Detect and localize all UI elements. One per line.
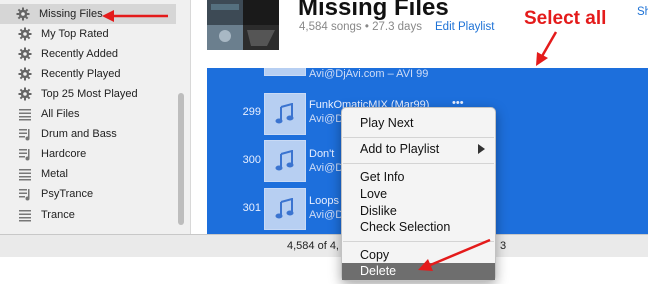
page-title: Missing Files (298, 0, 449, 21)
song-number: 300 (242, 154, 261, 166)
song-number: 301 (242, 202, 261, 214)
menu-item-play-next[interactable]: Play Next (342, 115, 495, 132)
sidebar-item-label: Drum and Bass (41, 128, 117, 140)
menu-item-label: Get Info (360, 170, 405, 184)
menu-item-add-to-playlist[interactable]: Add to Playlist (342, 141, 495, 158)
playlist-icon (19, 109, 31, 121)
menu-item-label: Delete (360, 264, 397, 278)
sidebar-item-metal[interactable]: Metal (2, 164, 68, 184)
menu-item-label: Dislike (360, 204, 397, 218)
sidebar-item-label: Metal (41, 168, 68, 180)
song-artwork (264, 188, 306, 230)
sidebar-item-my-top-rated[interactable]: My Top Rated (2, 24, 109, 44)
menu-item-check-selection[interactable]: Check Selection (342, 219, 495, 236)
annotation-arrow-sidebar (102, 10, 168, 22)
song-artwork (264, 140, 306, 182)
playlist-icon (19, 210, 31, 222)
submenu-arrow-icon (478, 144, 485, 154)
playlist-icon (19, 169, 31, 181)
status-bar: 4,584 of 4, 3 (0, 234, 648, 257)
status-count-tail: 3 (500, 240, 507, 252)
menu-item-label: Love (360, 187, 388, 201)
sidebar-item-all-files[interactable]: All Files (2, 104, 80, 124)
status-count: 4,584 of 4, (287, 240, 339, 252)
music-note-icon (275, 198, 294, 219)
sidebar-item-label: Recently Played (41, 68, 121, 80)
playlist-icon (19, 129, 30, 141)
menu-separator (343, 137, 494, 138)
menu-item-get-info[interactable]: Get Info (342, 169, 495, 186)
menu-item-dislike[interactable]: Dislike (342, 203, 495, 220)
song-title: Loops (309, 195, 339, 207)
song-number: 299 (242, 106, 261, 118)
menu-item-label: Add to Playlist (360, 142, 440, 156)
show-link[interactable]: Sh (637, 6, 648, 18)
album-art-mosaic[interactable] (207, 0, 279, 50)
menu-item-label: Copy (360, 248, 390, 262)
sidebar-item-hardcore[interactable]: Hardcore (2, 144, 86, 164)
sidebar-item-label: Hardcore (41, 148, 87, 160)
sidebar-item-label: PsyTrance (41, 188, 94, 200)
menu-item-love[interactable]: Love (342, 186, 495, 203)
sidebar-item-label: Top 25 Most Played (41, 88, 138, 100)
sidebar-item-label: Trance (41, 209, 75, 221)
gear-icon (18, 87, 32, 101)
music-note-icon (275, 150, 294, 171)
playlist-stats: 4,584 songs • 27.3 days (299, 21, 422, 33)
song-artwork (264, 68, 306, 76)
sidebar-item-label: My Top Rated (41, 28, 109, 40)
song-artwork (264, 93, 306, 135)
annotation-select-all: Select all (524, 8, 607, 29)
sidebar-item-recently-added[interactable]: Recently Added (2, 44, 118, 64)
menu-item-label: Play Next (360, 116, 414, 130)
playlist-icon (19, 189, 30, 201)
sidebar-item-label: All Files (41, 108, 80, 120)
sidebar-item-recently-played[interactable]: Recently Played (2, 64, 121, 84)
sidebar-item-label: Recently Added (41, 48, 119, 60)
sidebar-item-psytrance[interactable]: PsyTrance (2, 184, 93, 204)
sidebar: Missing Files My Top Rated Recently Adde… (0, 0, 191, 234)
song-artist: Avi@D (309, 209, 344, 221)
gear-icon (16, 7, 30, 21)
gear-icon (18, 47, 32, 61)
annotation-arrow-delete (418, 238, 491, 271)
sidebar-item-drum-and-bass[interactable]: Drum and Bass (2, 124, 117, 144)
sidebar-item-label: Missing Files (39, 8, 103, 20)
sidebar-item-trance[interactable]: Trance (2, 205, 75, 225)
song-artist: Avi@DjAvi.com – AVI 99 (309, 68, 429, 80)
gear-icon (18, 27, 32, 41)
song-artist: Avi@D (309, 162, 344, 174)
song-title: Don't (309, 148, 335, 160)
annotation-arrow-select-all (536, 31, 558, 66)
sidebar-item-top-25-most-played[interactable]: Top 25 Most Played (2, 84, 138, 104)
menu-item-label: Check Selection (360, 220, 451, 234)
album-art-image (207, 0, 279, 50)
menu-separator (343, 163, 494, 164)
edit-playlist-link[interactable]: Edit Playlist (435, 21, 494, 33)
gear-icon (18, 67, 32, 81)
music-note-icon (275, 103, 294, 124)
sidebar-scrollbar[interactable] (178, 93, 184, 225)
playlist-icon (19, 149, 30, 161)
